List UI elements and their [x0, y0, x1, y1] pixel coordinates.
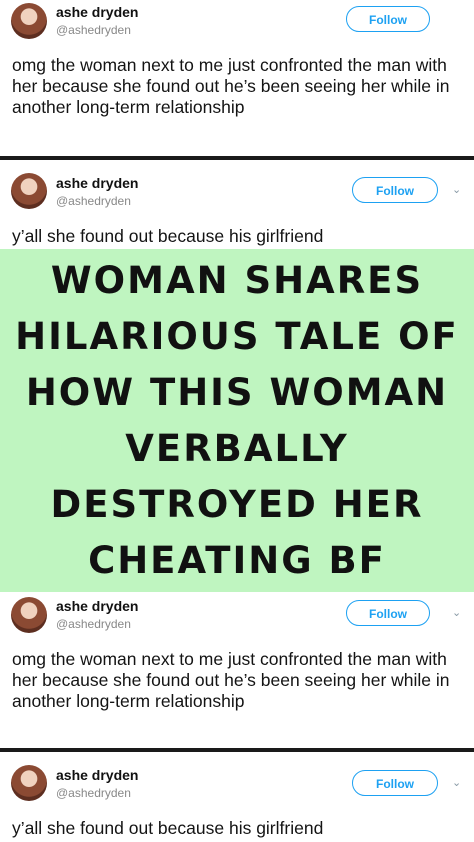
- headline-text: WOMAN SHARES HILARIOUS TALE OF HOW THIS …: [15, 258, 459, 582]
- follow-button[interactable]: Follow: [352, 770, 438, 796]
- tweet-text: omg the woman next to me just confronted…: [12, 55, 450, 117]
- follow-button[interactable]: Follow: [346, 600, 430, 626]
- follow-button[interactable]: Follow: [346, 6, 430, 32]
- tweet-card: ashe dryden @ashedryden Follow ⌄ y’all s…: [0, 160, 474, 249]
- chevron-down-icon[interactable]: ⌄: [452, 776, 461, 789]
- tweet-card: ashe dryden @ashedryden Follow ⌄ y’all s…: [0, 752, 474, 842]
- follow-button[interactable]: Follow: [352, 177, 438, 203]
- tweet-card: ashe dryden @ashedryden Follow ⌄ omg the…: [0, 592, 474, 748]
- author-handle[interactable]: @ashedryden: [56, 23, 131, 37]
- author-name[interactable]: ashe dryden: [56, 4, 138, 20]
- chevron-down-icon[interactable]: ⌄: [452, 606, 461, 619]
- tweet-card: ashe dryden @ashedryden Follow omg the w…: [0, 0, 474, 156]
- author-name[interactable]: ashe dryden: [56, 598, 138, 614]
- avatar[interactable]: [11, 173, 47, 209]
- tweet-text: y’all she found out because his girlfrie…: [12, 818, 324, 838]
- avatar[interactable]: [11, 3, 47, 39]
- author-handle[interactable]: @ashedryden: [56, 617, 131, 631]
- headline-banner: WOMAN SHARES HILARIOUS TALE OF HOW THIS …: [0, 249, 474, 592]
- avatar[interactable]: [11, 597, 47, 633]
- tweet-text: omg the woman next to me just confronted…: [12, 649, 450, 711]
- chevron-down-icon[interactable]: ⌄: [452, 183, 461, 196]
- author-handle[interactable]: @ashedryden: [56, 194, 131, 208]
- avatar[interactable]: [11, 765, 47, 801]
- author-name[interactable]: ashe dryden: [56, 175, 138, 191]
- author-name[interactable]: ashe dryden: [56, 767, 138, 783]
- author-handle[interactable]: @ashedryden: [56, 786, 131, 800]
- tweet-text: y’all she found out because his girlfrie…: [12, 226, 324, 246]
